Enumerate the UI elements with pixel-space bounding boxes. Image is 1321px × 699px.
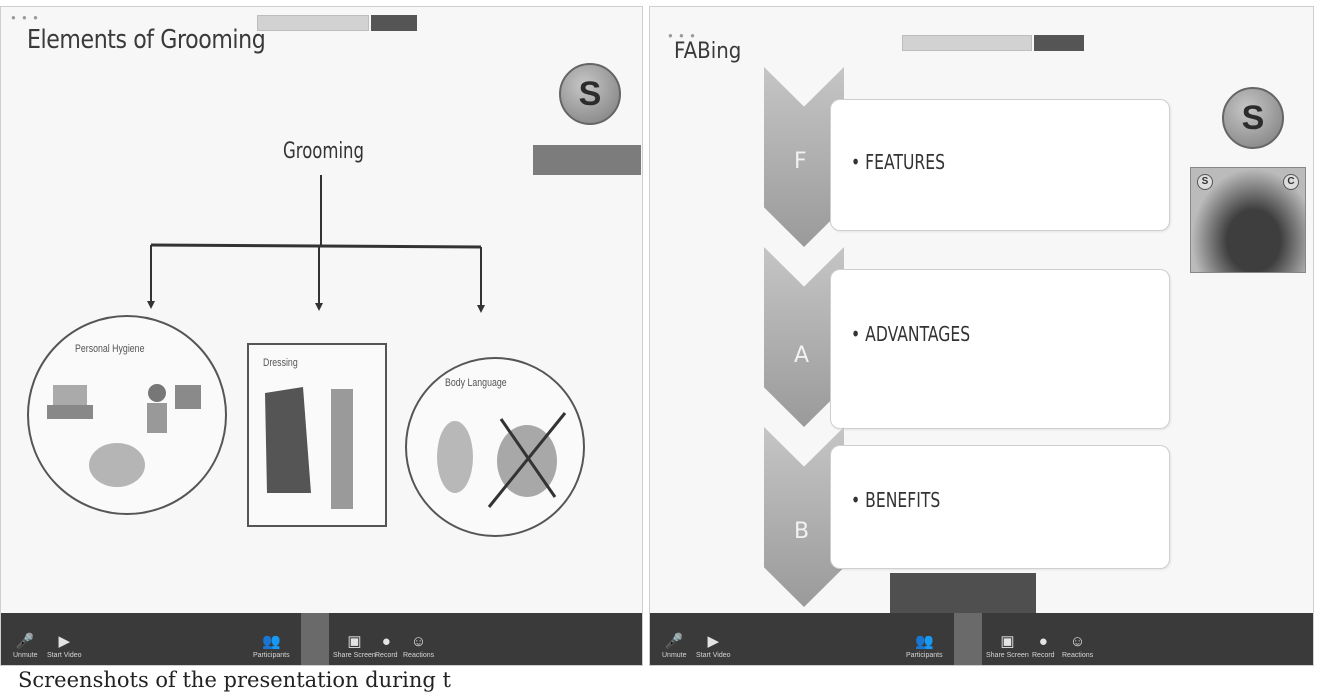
record-icon: ● <box>1038 633 1048 650</box>
reactions-icon: ☺ <box>410 633 427 650</box>
start-video-button[interactable]: ▶ Start Video <box>47 632 82 659</box>
fab-card-advantages: • ADVANTAGES <box>830 269 1170 429</box>
body-language-circle: Body Language <box>405 357 585 537</box>
right-presentation-window: ● ● ● FABing S S C F • FEATURES A • ADVA… <box>649 6 1314 666</box>
person-body-icon <box>147 403 167 433</box>
toothbrush-icon <box>53 385 87 405</box>
record-icon: ● <box>381 633 391 650</box>
trousers-icon <box>331 389 353 509</box>
fab-text-advantages: • ADVANTAGES <box>851 322 971 346</box>
arrow-right-icon <box>477 305 485 313</box>
screen-share-icon: ▣ <box>347 633 362 650</box>
video-logo-badge: C <box>1283 174 1299 190</box>
company-logo-icon: S <box>1222 87 1284 149</box>
share-screen-label: Share Screen <box>333 652 376 659</box>
reactions-icon: ☺ <box>1069 633 1086 650</box>
start-video-label: Start Video <box>47 652 82 659</box>
unmute-button[interactable]: 🎤 Unmute <box>13 632 38 659</box>
participants-button[interactable]: 👥 Participants <box>906 632 943 659</box>
participants-icon: 👥 <box>261 633 281 650</box>
record-button[interactable]: ● Record <box>375 633 398 659</box>
share-screen-highlight[interactable] <box>954 613 982 665</box>
reactions-button[interactable]: ☺ Reactions <box>1062 633 1093 659</box>
meeting-toolbar: 🎤 Unmute ▶ Start Video 👥 Participants ▣ … <box>650 613 1313 665</box>
microphone-icon: 🎤 <box>15 633 35 650</box>
suit-jacket-icon <box>265 387 311 493</box>
video-icon: ▶ <box>707 633 720 650</box>
participants-icon: 👥 <box>914 633 934 650</box>
person-head-icon <box>148 384 166 402</box>
start-video-button[interactable]: ▶ Start Video <box>696 632 731 659</box>
video-logo-badge: S <box>1197 174 1213 190</box>
share-screen-highlight[interactable] <box>301 613 329 665</box>
screen-share-icon: ▣ <box>1000 633 1015 650</box>
meeting-toolbar: 🎤 Unmute ▶ Start Video 👥 Participants ▣ … <box>1 613 642 665</box>
figure-caption: Screenshots of the presentation during t <box>18 668 451 692</box>
video-icon: ▶ <box>58 633 71 650</box>
record-label: Record <box>375 652 398 659</box>
fab-card-features: • FEATURES <box>830 99 1170 231</box>
share-screen-button[interactable]: ▣ Share Screen <box>333 632 376 659</box>
unmute-label: Unmute <box>662 652 687 659</box>
arrow-middle-icon <box>315 303 323 311</box>
reactions-button[interactable]: ☺ Reactions <box>403 633 434 659</box>
reactions-label: Reactions <box>1062 652 1094 659</box>
fab-text-benefits: • BENEFITS <box>851 488 941 512</box>
presenter-video-feed[interactable]: S C <box>1190 167 1306 273</box>
share-screen-label: Share Screen <box>986 652 1029 659</box>
stop-share-button[interactable] <box>1034 35 1084 51</box>
soap-icon <box>89 443 145 487</box>
participants-label: Participants <box>906 652 943 659</box>
participants-label: Participants <box>253 652 290 659</box>
personal-hygiene-circle: Personal Hygiene <box>27 315 227 515</box>
unmute-button[interactable]: 🎤 Unmute <box>662 632 687 659</box>
fab-card-benefits: • BENEFITS <box>830 445 1170 569</box>
chevron-letter-a: A <box>794 343 810 368</box>
share-screen-button[interactable]: ▣ Share Screen <box>986 632 1029 659</box>
connector-horizontal-line <box>150 243 482 249</box>
microphone-icon: 🎤 <box>664 633 684 650</box>
record-label: Record <box>1032 652 1055 659</box>
start-video-label: Start Video <box>696 652 731 659</box>
chevron-letter-f: F <box>794 149 807 174</box>
participants-button[interactable]: 👥 Participants <box>253 632 290 659</box>
dressing-illustration <box>265 387 353 509</box>
chevron-letter-b: B <box>794 519 810 544</box>
dressing-box: Dressing <box>247 343 387 527</box>
arrow-left-icon <box>147 301 155 309</box>
fab-text-features: • FEATURES <box>851 150 946 174</box>
reactions-label: Reactions <box>403 652 435 659</box>
body-language-illustration <box>437 412 567 508</box>
screen-share-bar <box>902 35 1032 51</box>
mirror-icon <box>175 385 201 409</box>
unmute-label: Unmute <box>13 652 38 659</box>
record-button[interactable]: ● Record <box>1032 633 1055 659</box>
left-presentation-window: ● ● ● Elements of Grooming S Grooming Pe… <box>0 6 643 666</box>
slide-title: FABing <box>674 39 742 64</box>
seated-person-icon <box>437 421 473 493</box>
hygiene-illustration <box>47 384 201 487</box>
comb-icon <box>47 405 93 419</box>
